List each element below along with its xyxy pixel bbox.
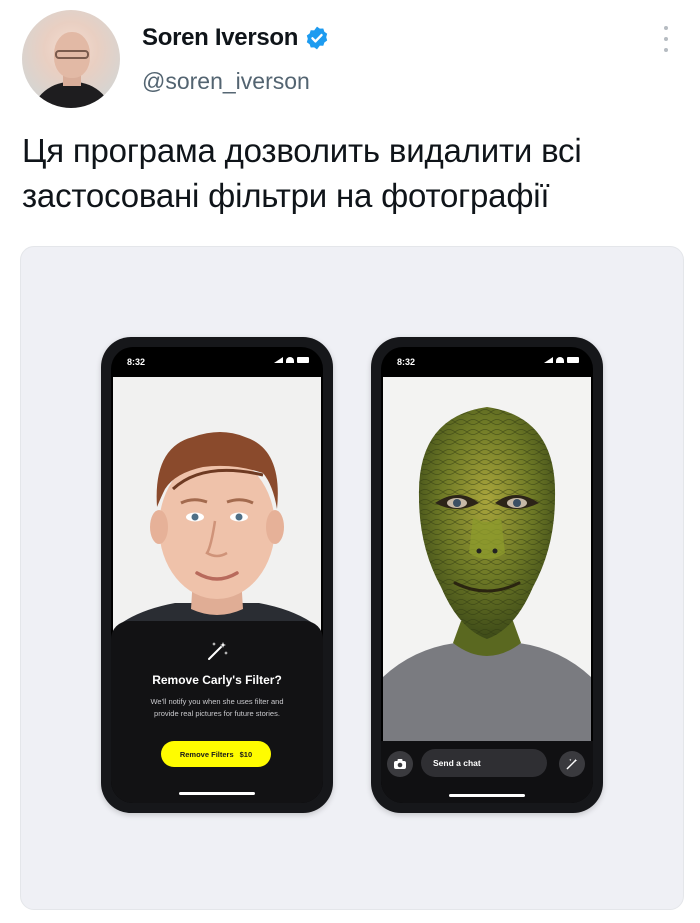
tweet-text-line-1: Ця програма дозволить видалити всі xyxy=(22,132,582,169)
remove-filter-sheet: Remove Carly's Filter? We'll notify you … xyxy=(111,621,323,803)
status-time: 8:32 xyxy=(397,357,416,367)
phone-mockup-left: 8:32 Remove Carly's Filter? We'll notify… xyxy=(101,337,333,813)
camera-icon xyxy=(394,759,406,769)
status-bar-left: 8:32 xyxy=(111,347,323,377)
phone-screen-right: 8:32 xyxy=(381,347,593,803)
more-options-icon[interactable] xyxy=(660,26,672,52)
magic-wand-icon xyxy=(208,642,228,660)
remove-filters-price: $10 xyxy=(239,749,253,759)
sheet-description-line-2: provide real pictures for future stories… xyxy=(154,709,280,718)
status-icons xyxy=(544,357,579,363)
phone-screen-left: 8:32 Remove Carly's Filter? We'll notify… xyxy=(111,347,323,803)
author-name[interactable]: Soren Iverson xyxy=(142,24,298,52)
status-icons xyxy=(274,357,309,363)
sheet-description: We'll notify you when she uses filter an… xyxy=(127,696,307,720)
phone-mockup-right: 8:32 xyxy=(371,337,603,813)
chat-bar xyxy=(381,741,593,803)
magic-wand-button[interactable] xyxy=(559,751,585,777)
portrait-photo-human xyxy=(113,377,321,639)
camera-button[interactable] xyxy=(387,751,413,777)
portrait-photo-lizard xyxy=(383,377,591,757)
tweet-text-line-2: застосовані фільтри на фотографії xyxy=(22,177,550,214)
remove-filters-button[interactable]: Remove Filters $10 xyxy=(161,741,271,767)
home-indicator xyxy=(179,792,255,795)
status-time: 8:32 xyxy=(127,357,146,367)
sheet-title: Remove Carly's Filter? xyxy=(152,673,282,687)
tweet-text: Ця програма дозволить видалити всі засто… xyxy=(22,128,698,218)
home-indicator xyxy=(449,794,525,797)
sheet-description-line-1: We'll notify you when she uses filter an… xyxy=(150,697,284,706)
send-chat-input[interactable] xyxy=(421,749,547,777)
avatar[interactable] xyxy=(22,10,120,108)
magic-wand-icon xyxy=(566,758,578,770)
status-bar-right: 8:32 xyxy=(381,347,593,377)
tweet-media-image[interactable]: 8:32 Remove Carly's Filter? We'll notify… xyxy=(20,246,684,910)
author-row: Soren Iverson xyxy=(142,24,330,52)
avatar-glasses xyxy=(55,50,89,59)
author-handle[interactable]: @soren_iverson xyxy=(142,68,310,95)
remove-filters-label: Remove Filters xyxy=(179,749,234,759)
verified-badge-icon xyxy=(306,26,328,50)
